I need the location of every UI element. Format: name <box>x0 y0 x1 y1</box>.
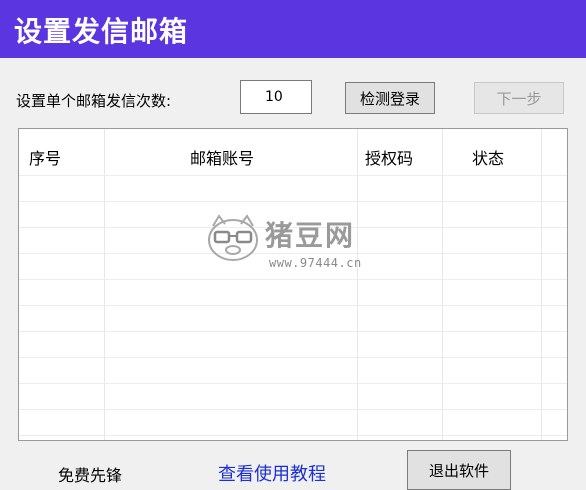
table-row[interactable] <box>19 409 567 436</box>
mailbox-table[interactable]: 序号 邮箱账号 授权码 状态 <box>18 128 568 441</box>
watermark-url: www.97444.cn <box>269 256 362 270</box>
next-step-button[interactable]: 下一步 <box>474 82 564 114</box>
column-header-index[interactable]: 序号 <box>29 145 61 169</box>
column-header-status[interactable]: 状态 <box>472 145 504 169</box>
pig-with-glasses-icon <box>208 214 258 261</box>
check-login-button[interactable]: 检测登录 <box>345 82 435 114</box>
free-pioneer-label: 免费先锋 <box>58 466 123 485</box>
send-count-label: 设置单个邮箱发信次数: <box>16 92 172 110</box>
table-row[interactable] <box>19 357 567 384</box>
table-row[interactable] <box>19 305 567 332</box>
table-row[interactable] <box>19 331 567 358</box>
column-header-auth-code[interactable]: 授权码 <box>365 145 413 169</box>
column-header-email[interactable]: 邮箱账号 <box>190 145 254 169</box>
watermark-brand: 猪豆网 <box>265 219 356 252</box>
send-count-input[interactable] <box>240 80 312 114</box>
title-bar: 设置发信邮箱 <box>0 0 586 58</box>
exit-software-button[interactable]: 退出软件 <box>407 450 511 490</box>
window-title: 设置发信邮箱 <box>14 15 189 48</box>
table-row[interactable] <box>19 383 567 410</box>
watermark: 猪豆网 www.97444.cn <box>205 212 385 272</box>
table-row[interactable] <box>19 175 567 202</box>
view-tutorial-link[interactable]: 查看使用教程 <box>218 460 326 486</box>
table-row[interactable] <box>19 279 567 306</box>
